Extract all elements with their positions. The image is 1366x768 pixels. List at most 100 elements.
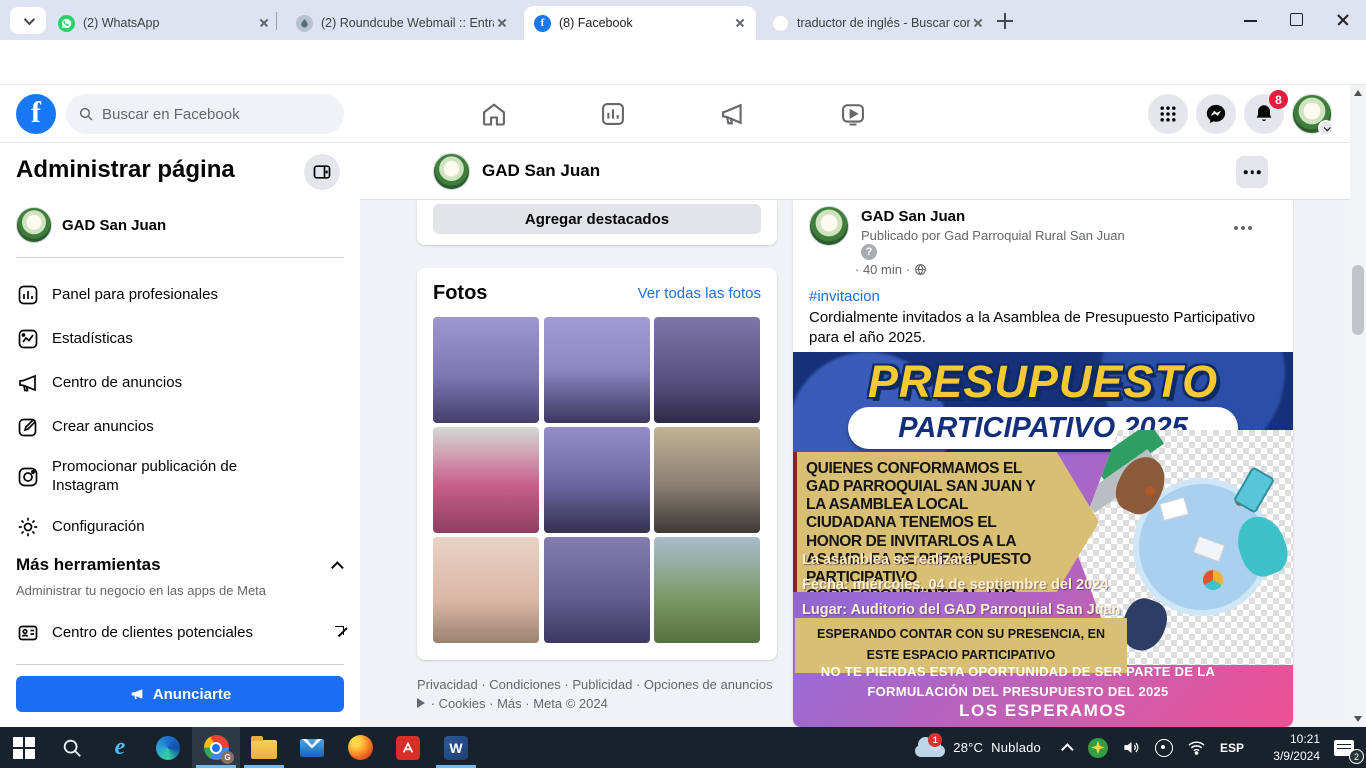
tab-close-icon[interactable]	[970, 15, 986, 31]
adchoices-icon	[417, 698, 425, 708]
apps-menu-button[interactable]	[1148, 94, 1188, 134]
tab-separator	[276, 12, 277, 30]
tray-overflow-button[interactable]	[1058, 727, 1081, 768]
firefox-button[interactable]	[336, 727, 384, 768]
file-explorer-button[interactable]	[240, 727, 288, 768]
post-hashtag-link[interactable]: #invitacion	[809, 288, 880, 305]
antivirus-tray-icon[interactable]	[1081, 727, 1115, 768]
clock-widget[interactable]: 10:21 3/9/2024	[1251, 727, 1327, 768]
scrollbar-thumb[interactable]	[1352, 265, 1364, 335]
windows-logo-icon	[13, 737, 35, 759]
grid-menu-icon	[1158, 104, 1178, 124]
tab-search-chevron-button[interactable]	[10, 7, 46, 34]
window-minimize-button[interactable]	[1228, 0, 1274, 40]
tab-roundcube[interactable]: (2) Roundcube Webmail :: Entra	[286, 6, 518, 40]
meet-now-button[interactable]	[1148, 727, 1180, 768]
window-close-button[interactable]	[1320, 0, 1366, 40]
post-image-presupuesto-poster[interactable]: PRESUPUESTO PARTICIPATIVO 2025 QUIENES C…	[793, 352, 1293, 727]
sidebar-item-label: Configuración	[52, 518, 145, 537]
help-icon[interactable]: ?	[861, 244, 877, 260]
more-tools-toggle[interactable]: Más herramientas	[16, 555, 344, 575]
notifications-button[interactable]: 8	[1244, 94, 1284, 134]
account-menu-button[interactable]	[1292, 94, 1332, 134]
mail-button[interactable]	[288, 727, 336, 768]
search-icon	[78, 106, 94, 122]
ads-tab-icon[interactable]	[719, 100, 747, 128]
collapse-sidebar-button[interactable]	[304, 154, 340, 190]
firefox-icon	[348, 735, 373, 760]
facebook-logo[interactable]: f	[16, 94, 56, 134]
tab-whatsapp[interactable]: (2) WhatsApp	[48, 6, 280, 40]
sidebar-item-panel-profesionales[interactable]: Panel para profesionales	[8, 273, 352, 317]
photo-thumbnail[interactable]	[433, 427, 539, 533]
scroll-down-button[interactable]	[1350, 711, 1366, 727]
photo-thumbnail[interactable]	[544, 317, 650, 423]
mail-icon	[300, 739, 324, 757]
window-maximize-button[interactable]	[1274, 0, 1320, 40]
advertise-button[interactable]: Anunciarte	[16, 676, 344, 712]
volume-tray-icon[interactable]	[1115, 727, 1148, 768]
sidebar-item-promocionar-instagram[interactable]: Promocionar publicación de Instagram	[8, 449, 352, 505]
photo-thumbnail[interactable]	[544, 537, 650, 643]
sidebar-item-crear-anuncios[interactable]: Crear anuncios	[8, 405, 352, 449]
taskbar-search-button[interactable]	[48, 727, 96, 768]
weather-temp: 28°C	[953, 740, 983, 755]
photo-thumbnail[interactable]	[654, 427, 760, 533]
footer-line-2[interactable]: · Cookies · Más · Meta © 2024	[431, 696, 608, 711]
acrobat-button[interactable]	[384, 727, 432, 768]
home-tab-icon[interactable]	[480, 100, 508, 128]
search-input[interactable]	[102, 106, 322, 123]
tab-google-search[interactable]: G traductor de inglés - Buscar con	[762, 6, 994, 40]
post-more-button[interactable]	[1227, 212, 1259, 244]
facebook-search[interactable]	[66, 94, 344, 134]
language-code: ESP	[1220, 741, 1244, 755]
poster-title: PRESUPUESTO	[793, 356, 1293, 408]
scroll-up-button[interactable]	[1350, 85, 1366, 101]
search-icon	[61, 737, 83, 759]
sidebar-item-configuracion[interactable]: Configuración	[8, 505, 352, 549]
footer-line-1[interactable]: Privacidad · Condiciones · Publicidad · …	[417, 677, 773, 692]
post-author-avatar[interactable]	[809, 206, 849, 246]
photo-thumbnail[interactable]	[433, 317, 539, 423]
network-tray-icon[interactable]	[1180, 727, 1213, 768]
insights-tab-icon[interactable]	[599, 100, 627, 128]
poster-farewell-text: LOS ESPERAMOS	[893, 701, 1193, 721]
tab-close-icon[interactable]	[732, 15, 748, 31]
internet-explorer-button[interactable]: e	[96, 727, 144, 768]
post-author-name[interactable]: GAD San Juan	[861, 208, 965, 225]
video-tab-icon[interactable]	[839, 100, 867, 128]
photo-thumbnail[interactable]	[433, 537, 539, 643]
language-indicator[interactable]: ESP	[1213, 727, 1251, 768]
page-more-button[interactable]	[1236, 156, 1268, 188]
sidebar-item-estadisticas[interactable]: Estadísticas	[8, 317, 352, 361]
page-title: GAD San Juan	[482, 161, 600, 181]
chevron-up-icon	[1061, 743, 1074, 756]
chrome-button[interactable]: G	[192, 727, 240, 768]
add-featured-button[interactable]: Agregar destacados	[433, 204, 761, 234]
page-scrollbar[interactable]	[1350, 85, 1366, 727]
messenger-button[interactable]	[1196, 94, 1236, 134]
see-all-photos-link[interactable]: Ver todas las fotos	[638, 285, 761, 302]
photo-thumbnail[interactable]	[654, 317, 760, 423]
leads-icon	[16, 621, 40, 645]
new-tab-button[interactable]	[994, 10, 1016, 32]
weather-widget[interactable]: 1 28°C Nublado	[908, 727, 1048, 768]
tab-title: (2) Roundcube Webmail :: Entra	[321, 16, 494, 30]
tab-close-icon[interactable]	[256, 15, 272, 31]
page-avatar[interactable]	[433, 153, 470, 190]
start-button[interactable]	[0, 727, 48, 768]
edge-button[interactable]	[144, 727, 192, 768]
footer-links[interactable]: Privacidad · Condiciones · Publicidad · …	[417, 676, 777, 714]
photo-thumbnail[interactable]	[654, 537, 760, 643]
action-center-button[interactable]: 2	[1327, 727, 1366, 768]
sidebar-page-link[interactable]: GAD San Juan	[16, 203, 344, 247]
post-timestamp[interactable]: · 40 min ·	[855, 262, 927, 277]
sidebar-item-centro-anuncios[interactable]: Centro de anuncios	[8, 361, 352, 405]
tab-title: (2) WhatsApp	[83, 16, 256, 30]
facebook-header: f 8	[0, 85, 1350, 143]
tab-facebook-active[interactable]: f (8) Facebook	[524, 6, 756, 40]
word-button[interactable]: W	[432, 727, 480, 768]
tab-close-icon[interactable]	[494, 15, 510, 31]
photo-thumbnail[interactable]	[544, 427, 650, 533]
sidebar-item-centro-clientes[interactable]: Centro de clientes potenciales	[8, 611, 352, 655]
